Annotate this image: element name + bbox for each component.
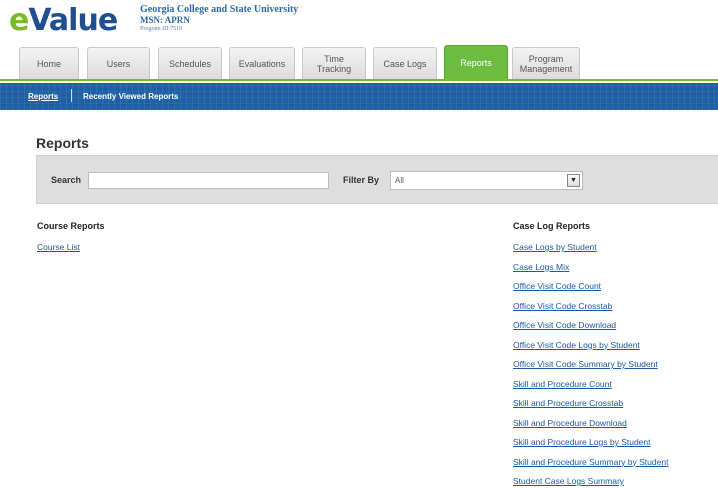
- tab-home[interactable]: Home: [19, 47, 79, 79]
- report-link[interactable]: Skill and Procedure Logs by Student: [513, 437, 668, 457]
- evalue-logo[interactable]: eValue: [9, 3, 118, 38]
- main-tabs: Home Users Schedules Evaluations Time Tr…: [0, 45, 718, 81]
- case-log-reports-section: Case Log Reports Case Logs by Student Ca…: [513, 221, 668, 488]
- filter-by-select[interactable]: All ▼: [390, 171, 583, 190]
- filter-by-label: Filter By: [343, 175, 380, 185]
- sub-navigation: Reports Recently Viewed Reports: [0, 83, 718, 110]
- report-link[interactable]: Student Case Logs Summary: [513, 476, 668, 488]
- logo-e: e: [9, 3, 29, 38]
- report-link[interactable]: Skill and Procedure Summary by Student: [513, 457, 668, 477]
- search-panel: Search Filter By All ▼: [36, 155, 718, 204]
- report-link[interactable]: Office Visit Code Logs by Student: [513, 340, 668, 360]
- subnav-separator: [71, 89, 72, 102]
- report-link[interactable]: Office Visit Code Crosstab: [513, 301, 668, 321]
- tab-reports[interactable]: Reports: [444, 45, 508, 79]
- report-link[interactable]: Case Logs by Student: [513, 242, 668, 262]
- report-link[interactable]: Skill and Procedure Crosstab: [513, 398, 668, 418]
- report-link[interactable]: Skill and Procedure Count: [513, 379, 668, 399]
- logo-value: Value: [28, 3, 118, 38]
- search-label: Search: [51, 175, 82, 185]
- search-input[interactable]: [88, 172, 329, 189]
- subnav-reports-link[interactable]: Reports: [28, 92, 58, 101]
- report-link[interactable]: Skill and Procedure Download: [513, 418, 668, 438]
- filter-selected-value: All: [395, 176, 404, 185]
- program-id: Program ID:7510: [140, 26, 183, 32]
- institution-info: Georgia College and State University MSN…: [140, 4, 298, 33]
- report-link[interactable]: Office Visit Code Summary by Student: [513, 359, 668, 379]
- tab-users[interactable]: Users: [87, 47, 150, 79]
- report-link[interactable]: Office Visit Code Download: [513, 320, 668, 340]
- report-link[interactable]: Course List: [37, 242, 105, 262]
- tab-evaluations[interactable]: Evaluations: [229, 47, 295, 79]
- program-name: MSN: APRN: [140, 15, 190, 25]
- case-log-reports-heading: Case Log Reports: [513, 221, 591, 231]
- tab-schedules[interactable]: Schedules: [158, 47, 222, 79]
- subnav-recently-viewed-link[interactable]: Recently Viewed Reports: [83, 92, 178, 101]
- course-reports-heading: Course Reports: [37, 221, 105, 231]
- tab-time-tracking[interactable]: Time Tracking: [302, 47, 366, 79]
- tab-case-logs[interactable]: Case Logs: [373, 47, 437, 79]
- chevron-down-icon[interactable]: ▼: [567, 174, 580, 187]
- report-link[interactable]: Office Visit Code Count: [513, 281, 668, 301]
- report-link[interactable]: Case Logs Mix: [513, 262, 668, 282]
- institution-name: Georgia College and State University: [140, 4, 299, 15]
- course-reports-section: Course Reports Course List: [37, 221, 105, 262]
- page-title: Reports: [36, 135, 89, 151]
- tab-program-management[interactable]: Program Management: [512, 47, 580, 79]
